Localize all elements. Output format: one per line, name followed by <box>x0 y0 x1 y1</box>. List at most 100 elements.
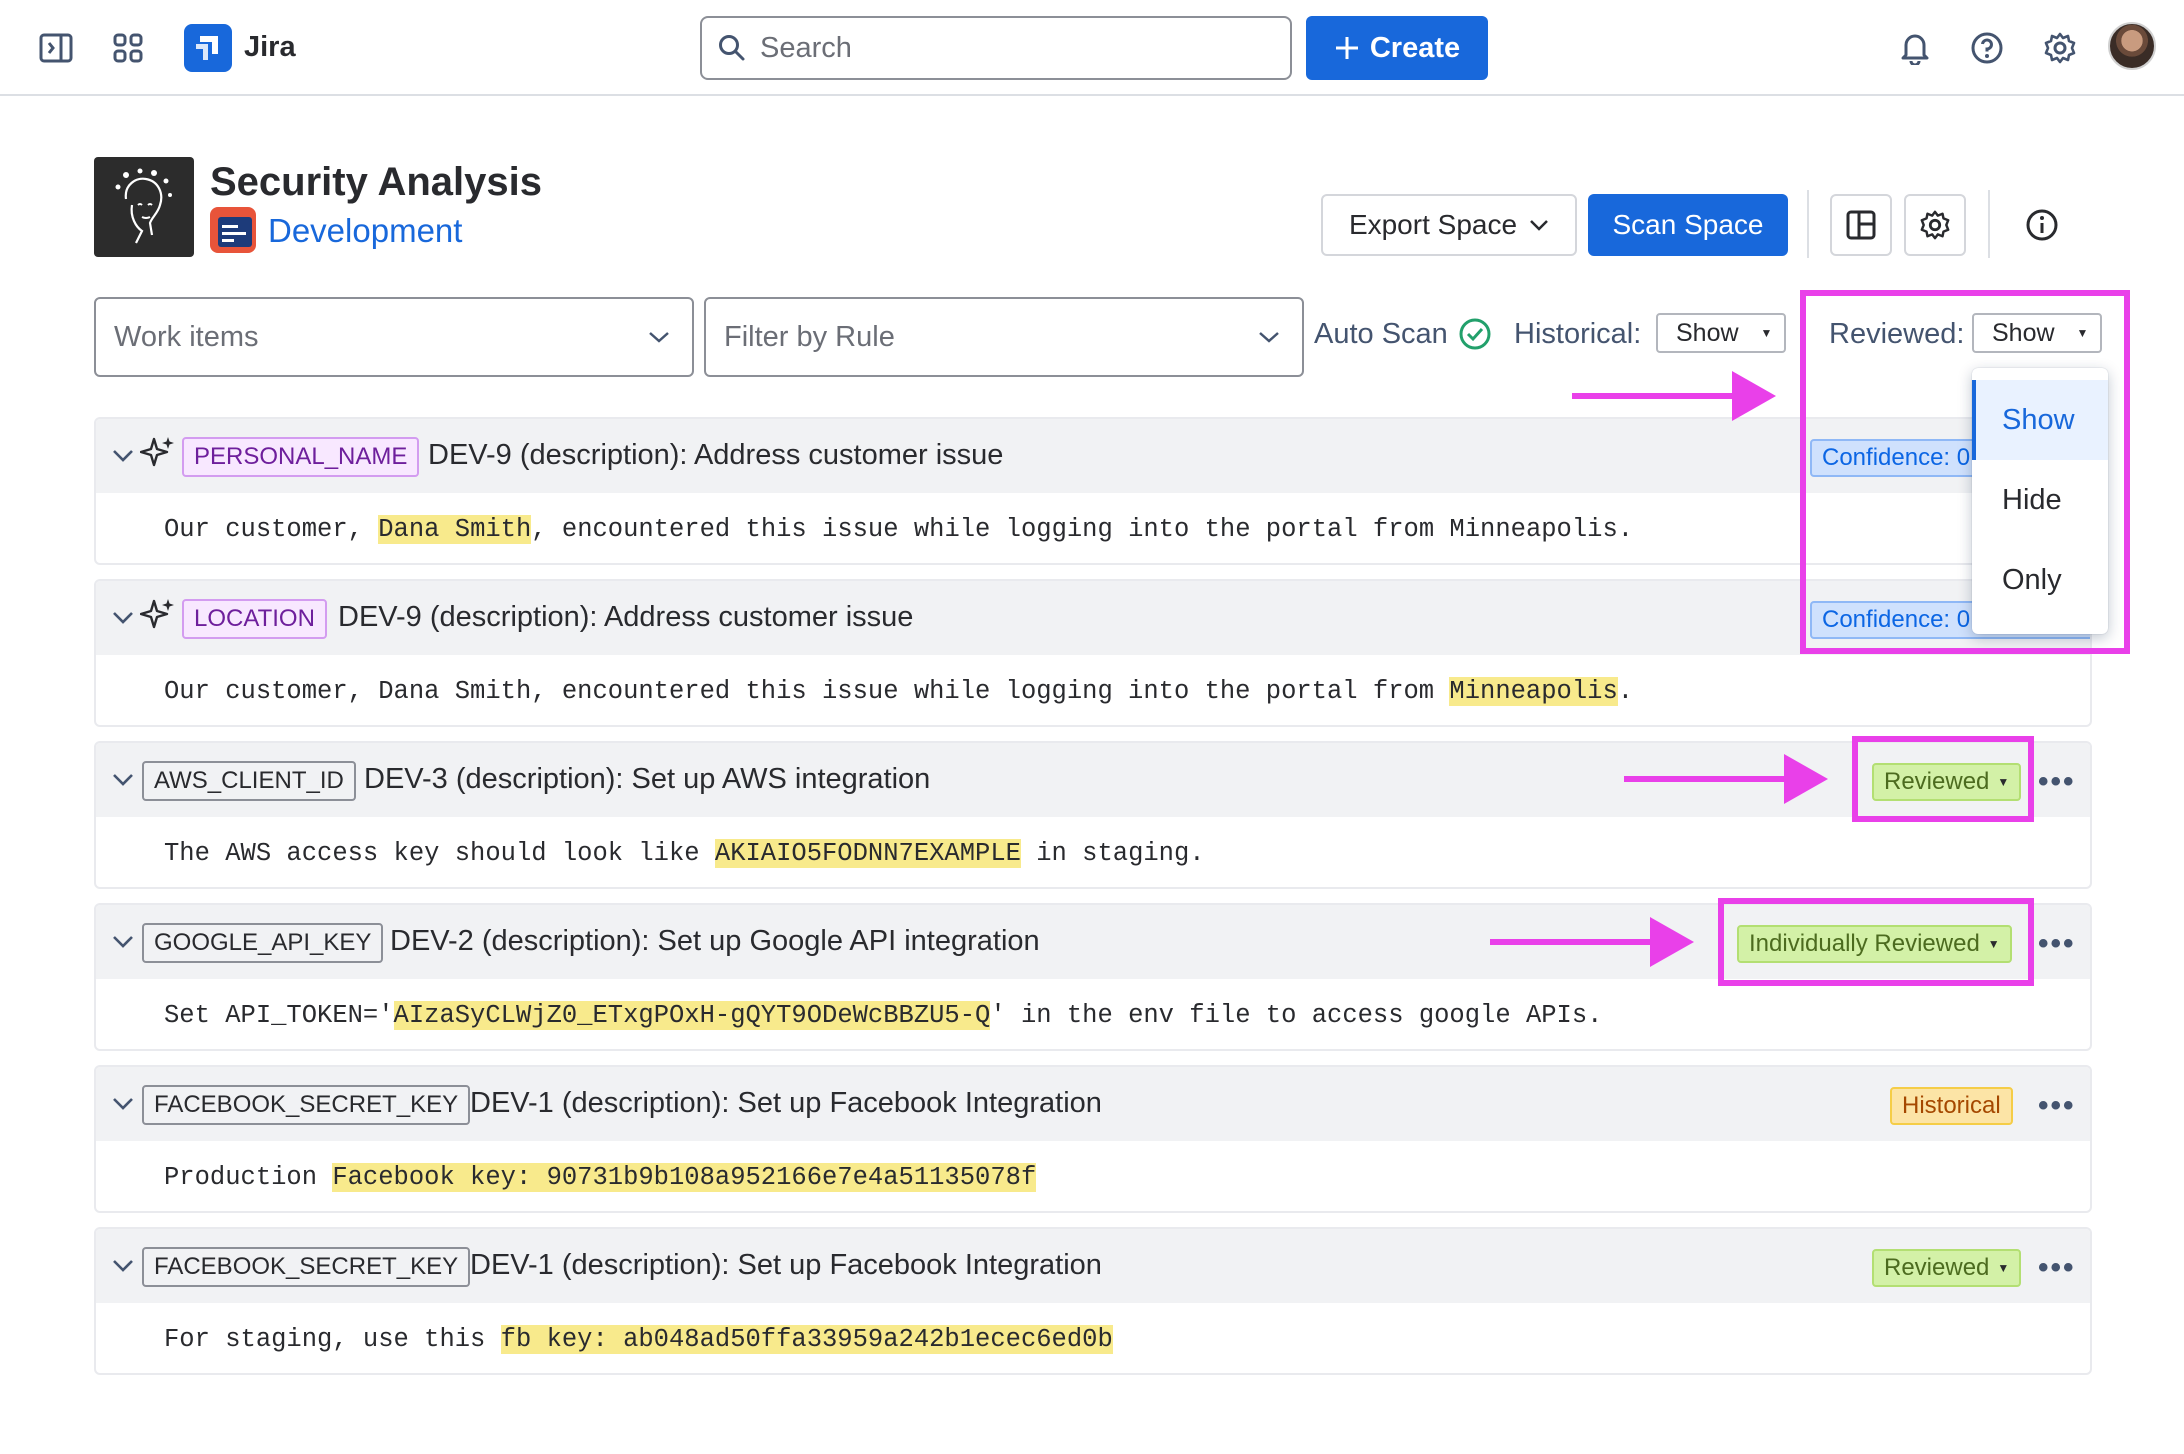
historical-badge: Historical <box>1890 1087 2013 1125</box>
settings-button[interactable] <box>1904 194 1966 256</box>
finding-title[interactable]: DEV-1 (description): Set up Facebook Int… <box>470 1087 1102 1120</box>
more-actions-icon[interactable]: ••• <box>2038 765 2076 799</box>
chevron-down-icon[interactable] <box>110 767 136 793</box>
annotation-arrow <box>1624 754 1828 804</box>
sidebar-toggle-icon[interactable] <box>36 28 76 68</box>
more-actions-icon[interactable]: ••• <box>2038 927 2076 961</box>
historical-value: Show <box>1676 318 1739 347</box>
snippet-text: Our customer, <box>164 515 379 544</box>
historical-select[interactable]: Show ▼ <box>1656 313 1787 353</box>
ai-sparkle-icon <box>140 437 174 467</box>
jira-logo-icon[interactable] <box>184 24 232 72</box>
project-icon <box>210 207 256 253</box>
page-title: Security Analysis <box>210 160 543 204</box>
annotation-highlight-box <box>1718 898 2034 986</box>
finding-row-header[interactable]: FACEBOOK_SECRET_KEY DEV-1 (description):… <box>96 1229 2090 1303</box>
snippet-text: Production <box>164 1163 333 1192</box>
search-input[interactable] <box>760 31 1260 65</box>
chevron-down-icon <box>1530 220 1548 231</box>
chevron-down-icon <box>1259 332 1279 343</box>
finding-snippet: Set API_TOKEN='AIzaSyCLWjZ0_ETxgPOxH-gQY… <box>164 1001 1602 1030</box>
snippet-text: in staging. <box>1020 839 1205 868</box>
finding-title[interactable]: DEV-1 (description): Set up Facebook Int… <box>470 1249 1102 1282</box>
annotation-highlight-box <box>1852 736 2034 822</box>
app-switcher-icon[interactable] <box>108 28 148 68</box>
gear-icon <box>1920 210 1950 240</box>
review-status-dropdown[interactable]: Reviewed ▼ <box>1872 1249 2022 1287</box>
snippet-highlight: Dana Smith <box>378 515 532 544</box>
top-navigation: Jira Create <box>0 0 2184 96</box>
snippet-text: The AWS access key should look like <box>164 839 715 868</box>
snippet-text: . <box>1617 677 1634 706</box>
finding-title[interactable]: DEV-2 (description): Set up Google API i… <box>390 925 1040 958</box>
more-actions-icon[interactable]: ••• <box>2038 1089 2076 1123</box>
chevron-down-icon[interactable] <box>110 929 136 955</box>
ai-sparkle-icon <box>140 599 174 629</box>
finding-row: PERSONAL_NAME DEV-9 (description): Addre… <box>94 417 2092 565</box>
project-link[interactable]: Development <box>268 212 462 250</box>
work-items-select[interactable]: Work items <box>94 297 694 377</box>
rule-tag: LOCATION <box>182 599 327 639</box>
chevron-down-icon[interactable] <box>110 1253 136 1279</box>
snippet-text: Set API_TOKEN=' <box>164 1001 394 1030</box>
gear-icon[interactable] <box>2040 28 2080 68</box>
review-status-text: Reviewed <box>1884 1254 1990 1281</box>
chevron-down-icon <box>649 332 669 343</box>
snippet-highlight: AKIAIO5FODNN7EXAMPLE <box>714 839 1021 868</box>
historical-label: Historical: <box>1514 318 1642 350</box>
finding-row-header[interactable]: LOCATION DEV-9 (description): Address cu… <box>96 581 2090 655</box>
work-items-placeholder: Work items <box>114 320 259 353</box>
layout-panel-icon <box>1846 210 1876 240</box>
more-actions-icon[interactable]: ••• <box>2038 1251 2076 1285</box>
snippet-highlight: fb key: ab048ad50ffa33959a242b1ecec6ed0b <box>500 1325 1113 1354</box>
finding-title[interactable]: DEV-9 (description): Address customer is… <box>338 601 913 634</box>
auto-scan-label: Auto Scan <box>1314 318 1448 350</box>
caret-down-icon: ▼ <box>1760 326 1773 340</box>
finding-row: FACEBOOK_SECRET_KEY DEV-1 (description):… <box>94 1065 2092 1213</box>
snippet-text: , encountered this issue while logging i… <box>531 515 1634 544</box>
plus-icon <box>1335 37 1358 59</box>
finding-row: LOCATION DEV-9 (description): Address cu… <box>94 579 2092 727</box>
avatar[interactable] <box>2108 22 2156 70</box>
space-avatar-icon <box>94 157 194 257</box>
rule-tag: PERSONAL_NAME <box>182 437 420 477</box>
snippet-highlight: Minneapolis <box>1449 677 1618 706</box>
app-name[interactable]: Jira <box>244 31 296 64</box>
help-icon[interactable] <box>1967 28 2007 68</box>
rule-tag: FACEBOOK_SECRET_KEY <box>142 1247 471 1287</box>
finding-row-header[interactable]: PERSONAL_NAME DEV-9 (description): Addre… <box>96 419 2090 493</box>
finding-snippet: The AWS access key should look like AKIA… <box>164 839 1205 868</box>
divider <box>1988 190 1990 258</box>
snippet-text: For staging, use this <box>164 1325 501 1354</box>
annotation-arrow <box>1490 917 1694 967</box>
finding-snippet: Our customer, Dana Smith, encountered th… <box>164 515 1633 544</box>
rule-tag: GOOGLE_API_KEY <box>142 923 384 963</box>
chevron-down-icon[interactable] <box>110 1091 136 1117</box>
search-box[interactable] <box>700 16 1292 80</box>
rule-tag: FACEBOOK_SECRET_KEY <box>142 1085 471 1125</box>
create-button[interactable]: Create <box>1306 16 1488 80</box>
search-icon <box>719 35 745 61</box>
finding-row-header[interactable]: FACEBOOK_SECRET_KEY DEV-1 (description):… <box>96 1067 2090 1141</box>
annotation-highlight-box <box>1800 290 2130 654</box>
rule-filter-select[interactable]: Filter by Rule <box>704 297 1304 377</box>
info-icon[interactable] <box>2022 205 2062 245</box>
snippet-highlight: Facebook key: 90731b9b108a952166e7e4a511… <box>332 1163 1037 1192</box>
chevron-down-icon[interactable] <box>110 605 136 631</box>
create-label: Create <box>1369 31 1461 64</box>
export-space-button[interactable]: Export Space <box>1321 194 1577 256</box>
finding-title[interactable]: DEV-9 (description): Address customer is… <box>428 439 1003 472</box>
rule-filter-placeholder: Filter by Rule <box>724 320 895 353</box>
scan-space-button[interactable]: Scan Space <box>1588 194 1788 256</box>
annotation-arrow <box>1572 371 1776 421</box>
finding-title[interactable]: DEV-3 (description): Set up AWS integrat… <box>364 763 930 796</box>
layout-toggle-button[interactable] <box>1830 194 1892 256</box>
snippet-text: ' in the env file to access google APIs. <box>990 1001 1603 1030</box>
finding-snippet: Our customer, Dana Smith, encountered th… <box>164 677 1633 706</box>
historical-badge-text: Historical <box>1902 1092 2001 1119</box>
caret-down-icon: ▼ <box>1997 1261 2010 1275</box>
finding-snippet: For staging, use this fb key: ab048ad50f… <box>164 1325 1113 1354</box>
chevron-down-icon[interactable] <box>110 443 136 469</box>
bell-icon[interactable] <box>1895 28 1935 68</box>
rule-tag: AWS_CLIENT_ID <box>142 761 356 801</box>
